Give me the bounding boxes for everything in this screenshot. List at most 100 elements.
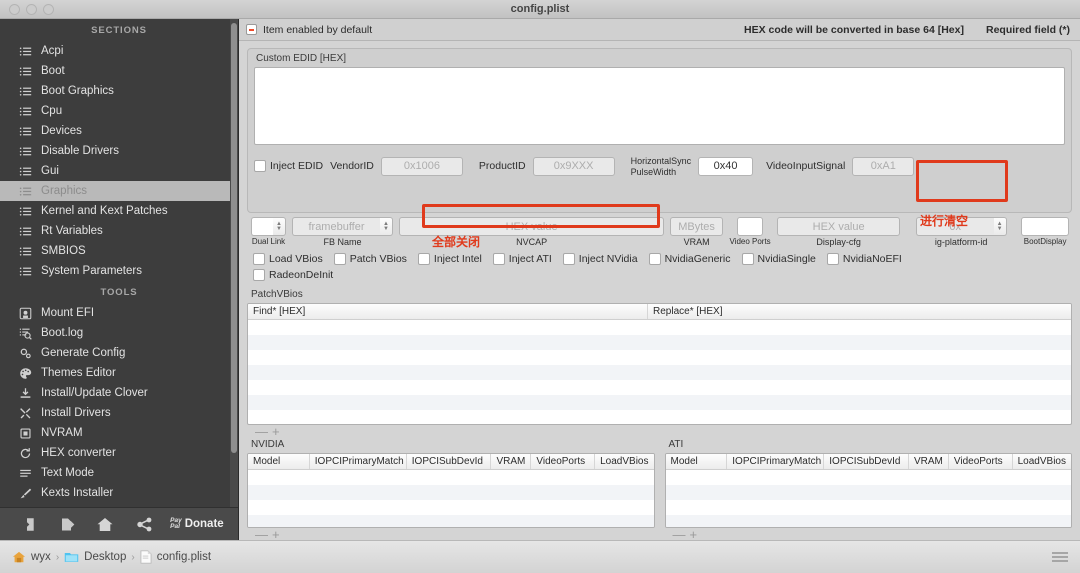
donate-button[interactable]: Pay Pal Donate (164, 517, 230, 531)
column-header-model[interactable]: Model (248, 454, 310, 469)
table-row[interactable] (248, 500, 654, 515)
videoinputsignal-input[interactable]: 0xA1 (852, 156, 915, 176)
checkbox-radeondeinit-box[interactable] (253, 269, 265, 281)
sidebar-item-kernel-and-kext-patches[interactable]: Kernel and Kext Patches (0, 201, 238, 221)
fb-name-input[interactable]: framebuffer (292, 217, 380, 236)
hamburger-icon[interactable] (1052, 552, 1068, 562)
sidebar-scrollbar[interactable] (230, 19, 238, 507)
patchvbios-table-body[interactable] (248, 320, 1071, 424)
checkbox-radeondeinit[interactable]: RadeonDeInit (253, 269, 333, 281)
table-row[interactable] (248, 380, 1071, 395)
ati-table[interactable]: Model IOPCIPrimaryMatch IOPCISubDevId VRAM V… (664, 453, 1072, 528)
sidebar-tool-hex-converter[interactable]: HEX converter (0, 443, 238, 463)
sidebar-tool-themes-editor[interactable]: Themes Editor (0, 363, 238, 383)
column-header-loadvbios[interactable]: LoadVBios (595, 454, 653, 469)
table-row[interactable] (248, 320, 1071, 335)
ati-addremove[interactable]: — + (665, 528, 1073, 540)
table-row[interactable] (248, 395, 1071, 410)
table-row[interactable] (248, 350, 1071, 365)
checkbox-inject-nvidia-box[interactable] (562, 253, 575, 265)
checkbox-inject-nvidia[interactable]: Inject NVidia (562, 253, 638, 265)
breadcrumb-item-wyx[interactable]: wyx (31, 551, 51, 563)
sidebar-item-disable-drivers[interactable]: Disable Drivers (0, 141, 238, 161)
checkbox-nvidiasingle-box[interactable] (741, 253, 754, 265)
hsync-pulsewidth-input[interactable]: 0x40 (698, 156, 754, 176)
sidebar-item-graphics[interactable]: Graphics (0, 181, 238, 201)
table-row[interactable] (248, 515, 654, 527)
column-header-model[interactable]: Model (666, 454, 728, 469)
column-header-vram[interactable]: VRAM (491, 454, 532, 469)
sidebar-tool-text-mode[interactable]: Text Mode (0, 463, 238, 483)
patchvbios-add-button[interactable]: + (272, 425, 280, 438)
column-header-find-hex-[interactable]: Find* [HEX] (248, 304, 648, 319)
import-icon[interactable] (8, 508, 47, 540)
vram-input[interactable]: MBytes (670, 217, 724, 236)
sidebar-item-devices[interactable]: Devices (0, 121, 238, 141)
nvidia-table-body[interactable] (248, 470, 654, 527)
video-ports-input[interactable] (737, 217, 764, 236)
display-cfg-input[interactable]: HEX value (777, 217, 901, 236)
table-row[interactable] (666, 500, 1072, 515)
checkbox-nvidiasingle[interactable]: NvidiaSingle (741, 253, 816, 265)
checkbox-patch-vbios-box[interactable] (333, 253, 346, 265)
column-header-videoports[interactable]: VideoPorts (531, 454, 596, 469)
checkbox-inject-ati-box[interactable] (492, 253, 505, 265)
column-header-iopcisubdevid[interactable]: IOPCISubDevId (824, 454, 909, 469)
vendorid-input[interactable]: 0x1006 (380, 156, 463, 176)
checkbox-inject-intel-box[interactable] (417, 253, 430, 265)
sidebar-item-gui[interactable]: Gui (0, 161, 238, 181)
checkbox-load-vbios-box[interactable] (253, 253, 265, 265)
sidebar-scrollbar-thumb[interactable] (231, 23, 237, 453)
column-header-iopciprimarymatch[interactable]: IOPCIPrimaryMatch (727, 454, 825, 469)
table-row[interactable] (665, 515, 1071, 527)
checkbox-nvidianoefi-box[interactable] (826, 253, 839, 265)
sidebar-item-cpu[interactable]: Cpu (0, 101, 238, 121)
checkbox-inject-intel[interactable]: Inject Intel (417, 253, 482, 265)
share-icon[interactable] (125, 508, 164, 540)
checkbox-nvidiageneric[interactable]: NvidiaGeneric (648, 253, 731, 265)
breadcrumb-item-config-plist[interactable]: config.plist (157, 551, 211, 563)
column-header-iopcisubdevid[interactable]: IOPCISubDevId (407, 454, 492, 469)
table-row[interactable] (666, 470, 1072, 485)
breadcrumb-item-desktop[interactable]: Desktop (84, 551, 126, 563)
patchvbios-remove-button[interactable]: — (255, 425, 268, 438)
sidebar-tool-mount-efi[interactable]: Mount EFI (0, 303, 238, 323)
checkbox-inject-ati[interactable]: Inject ATI (492, 253, 552, 265)
sidebar-item-rt-variables[interactable]: Rt Variables (0, 221, 238, 241)
column-header-replace-hex-[interactable]: Replace* [HEX] (648, 304, 727, 319)
column-header-loadvbios[interactable]: LoadVBios (1013, 454, 1071, 469)
table-row[interactable] (665, 485, 1071, 500)
table-row[interactable] (248, 365, 1071, 380)
patchvbios-addremove[interactable]: — + (247, 425, 1072, 438)
custom-edid-textarea[interactable] (254, 67, 1065, 145)
nvidia-addremove[interactable]: — + (247, 528, 655, 540)
sidebar-item-smbios[interactable]: SMBIOS (0, 241, 238, 261)
dual-link-stepper[interactable]: ▲ ▼ (273, 217, 286, 236)
ati-table-body[interactable] (665, 470, 1072, 527)
sidebar-tool-install-drivers[interactable]: Install Drivers (0, 403, 238, 423)
ig-platform-id-stepper[interactable]: ▲ ▼ (993, 217, 1007, 236)
patchvbios-table[interactable]: Find* [HEX] Replace* [HEX] (247, 303, 1072, 425)
fb-name-stepper[interactable]: ▲ ▼ (380, 217, 393, 236)
sidebar-item-acpi[interactable]: Acpi (0, 41, 238, 61)
checkbox-load-vbios[interactable]: Load VBios (253, 253, 323, 265)
table-row[interactable] (248, 470, 654, 485)
sidebar-item-boot[interactable]: Boot (0, 61, 238, 81)
inject-edid-checkbox[interactable]: Inject EDID (254, 160, 323, 172)
nvidia-add-button[interactable]: + (272, 528, 280, 540)
checkbox-patch-vbios[interactable]: Patch VBios (333, 253, 407, 265)
sidebar-tool-generate-config[interactable]: Generate Config (0, 343, 238, 363)
column-header-videoports[interactable]: VideoPorts (949, 454, 1013, 469)
breadcrumb[interactable]: wyx › Desktop › config.plist (12, 550, 211, 564)
sidebar-tool-boot-log[interactable]: Boot.log (0, 323, 238, 343)
sidebar-item-system-parameters[interactable]: System Parameters (0, 261, 238, 281)
checkbox-nvidianoefi[interactable]: NvidiaNoEFI (826, 253, 902, 265)
sidebar-tool-clover-cloner[interactable]: Clover Cloner (0, 503, 238, 507)
table-row[interactable] (248, 410, 1071, 424)
sidebar-tool-nvram[interactable]: NVRAM (0, 423, 238, 443)
table-row[interactable] (248, 335, 1071, 350)
checkbox-nvidiageneric-box[interactable] (648, 253, 661, 265)
export-icon[interactable] (47, 508, 86, 540)
item-enabled-tristate-checkbox[interactable] (246, 24, 257, 35)
ati-add-button[interactable]: + (690, 528, 698, 540)
